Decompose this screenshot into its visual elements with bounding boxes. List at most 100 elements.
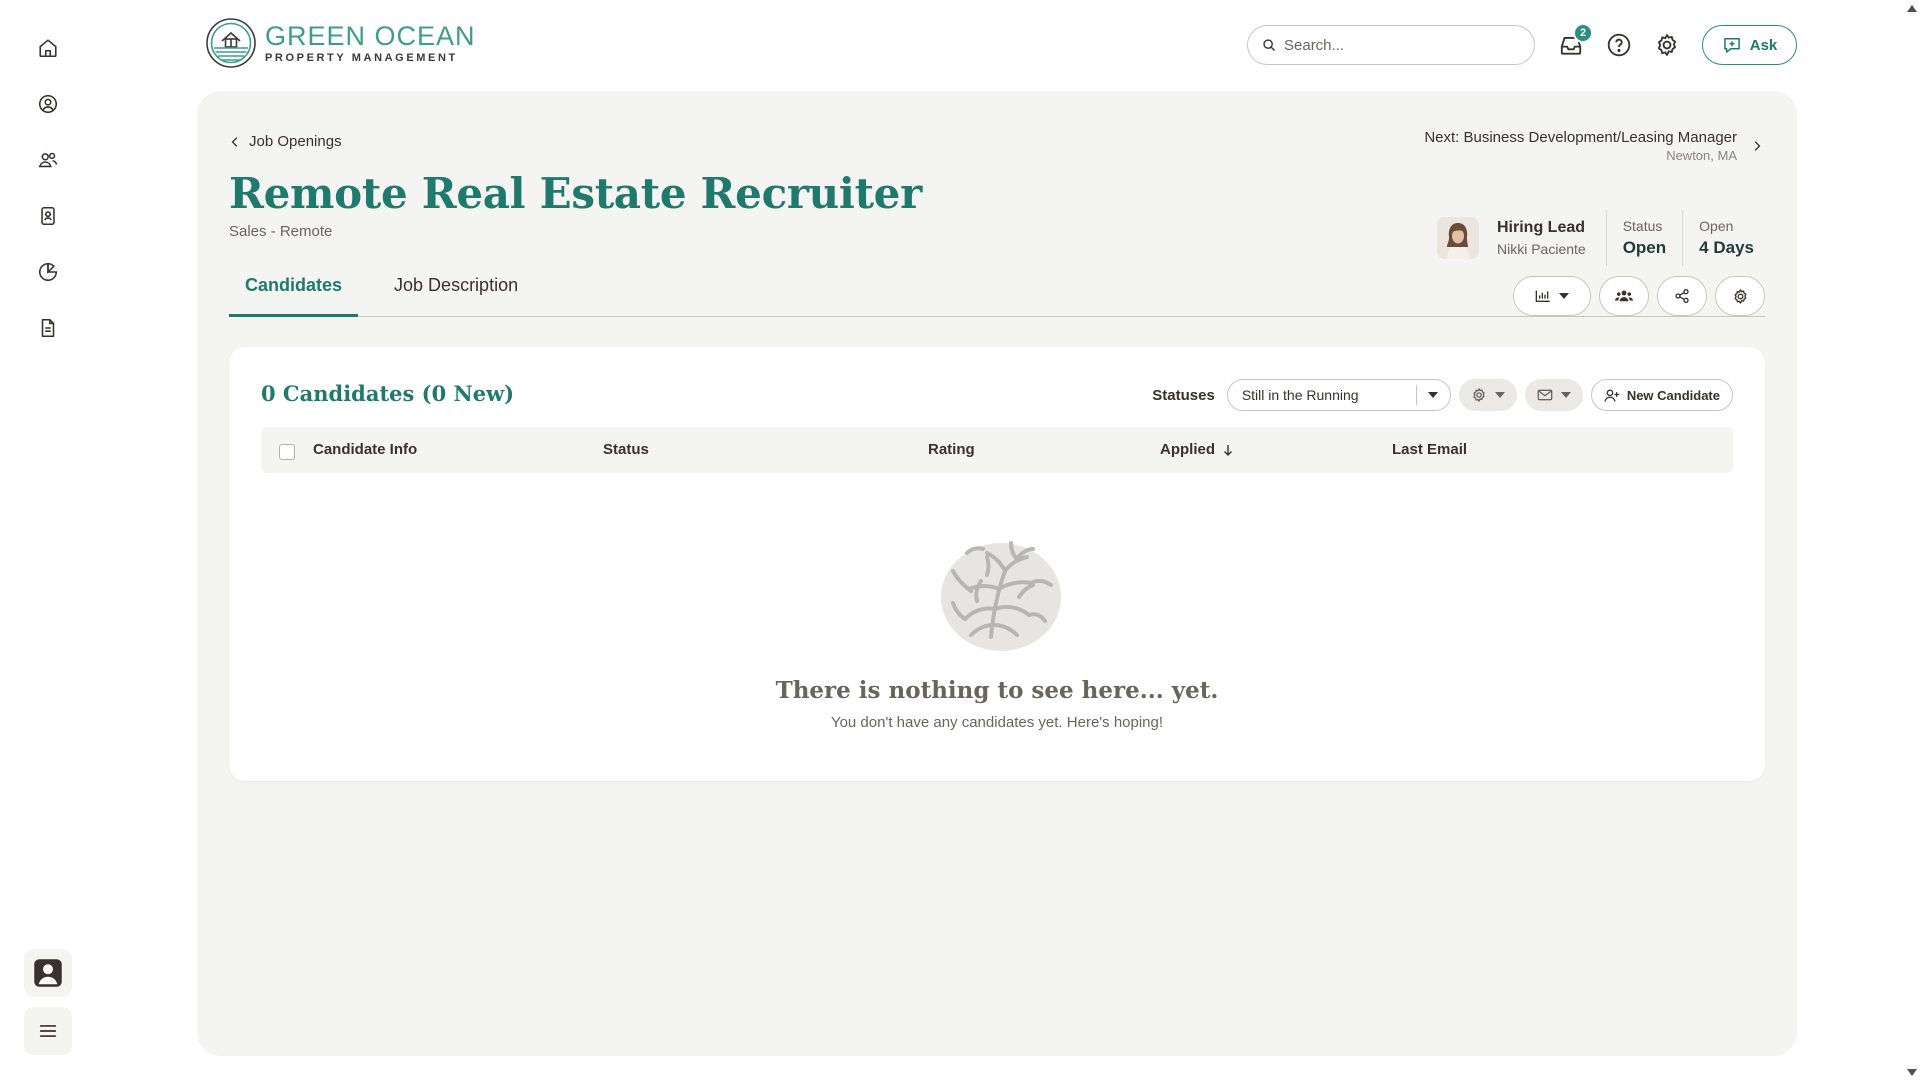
candidates-card: 0 Candidates (0 New) Statuses Still in t… <box>229 347 1765 781</box>
page-title: Remote Real Estate Recruiter <box>229 169 922 218</box>
col-last-email[interactable]: Last Email <box>1392 441 1467 458</box>
col-status[interactable]: Status <box>603 441 649 458</box>
menu-icon <box>39 1025 57 1037</box>
select-caret <box>1415 385 1450 405</box>
nav-home[interactable] <box>28 28 68 68</box>
new-candidate-button[interactable]: New Candidate <box>1590 379 1733 411</box>
gear-icon <box>1473 388 1485 402</box>
caret-down-icon <box>1494 392 1505 398</box>
nav-people[interactable] <box>28 140 68 180</box>
help-button[interactable] <box>1601 27 1637 63</box>
nav-my-info[interactable] <box>28 84 68 124</box>
triangle-down-icon <box>1907 1068 1917 1076</box>
share-icon <box>1675 289 1689 303</box>
empty-state-title: There is nothing to see here... yet. <box>775 677 1219 704</box>
select-all-checkbox[interactable] <box>279 444 295 460</box>
empty-state-subtitle: You don't have any candidates yet. Here'… <box>830 714 1164 731</box>
status-label: Status <box>1622 218 1663 234</box>
reports-dropdown-button[interactable] <box>1513 276 1591 316</box>
company-logo[interactable]: GREEN OCEAN PROPERTY MANAGEMENT <box>205 16 476 70</box>
open-label: Open <box>1699 218 1734 234</box>
hiring-lead: Hiring Lead Nikki Paciente <box>1497 210 1607 266</box>
job-open-duration: Open 4 Days <box>1682 210 1770 266</box>
caret-down-icon <box>1428 392 1439 398</box>
status-value: Open <box>1622 238 1667 257</box>
job-settings-button[interactable] <box>1715 276 1765 316</box>
status-filter-value: Still in the Running <box>1241 387 1359 403</box>
candidates-count: 0 Candidates (0 New) <box>261 381 515 406</box>
col-applied[interactable]: Applied <box>1160 441 1233 458</box>
status-filter-select[interactable]: Still in the Running <box>1226 379 1451 411</box>
tab-job-description[interactable]: Job Description <box>378 271 534 317</box>
caret-down-icon <box>1560 392 1571 398</box>
open-value: 4 Days <box>1699 238 1754 257</box>
scroll-down-arrow[interactable] <box>1906 1066 1918 1078</box>
logo-mark-icon <box>206 18 256 68</box>
help-icon <box>1607 33 1631 57</box>
bar-chart-icon <box>1535 290 1550 302</box>
bulk-settings-dropdown[interactable] <box>1458 379 1517 411</box>
add-user-icon <box>1604 389 1619 402</box>
triangle-up-icon <box>1907 4 1917 12</box>
back-to-job-openings[interactable]: Job Openings <box>229 133 342 150</box>
search-icon <box>1263 39 1276 52</box>
envelope-icon <box>1537 389 1553 401</box>
pie-chart-icon <box>39 262 58 281</box>
search-input[interactable] <box>1284 36 1504 54</box>
next-job-location: Newton, MA <box>1666 148 1737 163</box>
hiring-lead-name: Nikki Paciente <box>1497 241 1586 257</box>
home-icon <box>39 39 57 58</box>
job-toolbar <box>1513 276 1765 316</box>
sort-arrow-down-icon <box>1224 444 1232 456</box>
col-applied-label: Applied <box>1160 441 1215 458</box>
ask-button[interactable]: Ask <box>1702 25 1797 65</box>
search-box[interactable] <box>1247 25 1535 65</box>
job-status: Status Open <box>1607 210 1682 266</box>
left-nav <box>0 0 96 1080</box>
job-panel: Job Openings Next: Business Development/… <box>197 91 1797 1056</box>
nav-files[interactable] <box>28 308 68 348</box>
user-avatar-icon <box>34 959 62 987</box>
caret-down-icon <box>1559 293 1569 299</box>
col-rating[interactable]: Rating <box>928 441 975 458</box>
candidates-filters: Statuses Still in the Running New Candid… <box>1152 379 1733 411</box>
empty-state: There is nothing to see here... yet. You… <box>229 527 1765 731</box>
notification-badge: 2 <box>1573 23 1593 43</box>
document-icon <box>41 318 55 338</box>
scroll-up-arrow[interactable] <box>1906 2 1918 14</box>
settings-button[interactable] <box>1649 27 1685 63</box>
nav-hiring[interactable] <box>28 196 68 236</box>
hiring-lead-avatar <box>1437 217 1479 259</box>
new-candidate-label: New Candidate <box>1626 387 1720 403</box>
badge-icon <box>41 206 55 226</box>
col-candidate-info[interactable]: Candidate Info <box>313 441 417 458</box>
person-circle-icon <box>38 94 58 114</box>
next-job-title: Next: Business Development/Leasing Manag… <box>1424 129 1737 146</box>
next-job-link[interactable]: Next: Business Development/Leasing Manag… <box>1424 129 1763 163</box>
tumbleweed-icon <box>941 541 1061 651</box>
gear-icon <box>1734 288 1746 304</box>
logo-text: GREEN OCEAN PROPERTY MANAGEMENT <box>265 20 476 64</box>
bulk-email-dropdown[interactable] <box>1524 379 1583 411</box>
ask-label: Ask <box>1749 36 1778 54</box>
job-summary: Hiring Lead Nikki Paciente Status Open O… <box>1437 208 1770 268</box>
share-button[interactable] <box>1657 276 1707 316</box>
logo-name: GREEN OCEAN <box>265 20 476 51</box>
people-icon <box>38 152 58 168</box>
hiring-lead-label: Hiring Lead <box>1497 219 1586 236</box>
collaborators-button[interactable] <box>1599 276 1649 316</box>
statuses-label: Statuses <box>1152 386 1215 404</box>
nav-reports[interactable] <box>28 252 68 292</box>
group-icon <box>1615 290 1633 302</box>
tab-candidates[interactable]: Candidates <box>229 271 359 317</box>
nav-profile[interactable] <box>24 949 72 997</box>
nav-menu[interactable] <box>24 1007 72 1055</box>
inbox-button[interactable]: 2 <box>1553 23 1593 63</box>
chat-sparkle-icon <box>1723 38 1740 53</box>
gear-icon <box>1657 34 1677 56</box>
chevron-right-icon <box>1754 141 1761 151</box>
chevron-left-icon <box>231 136 238 147</box>
job-department: Sales - Remote <box>229 223 333 240</box>
candidates-table-header: Candidate Info Status Rating Applied Las… <box>261 427 1733 473</box>
logo-subtitle: PROPERTY MANAGEMENT <box>265 51 458 64</box>
